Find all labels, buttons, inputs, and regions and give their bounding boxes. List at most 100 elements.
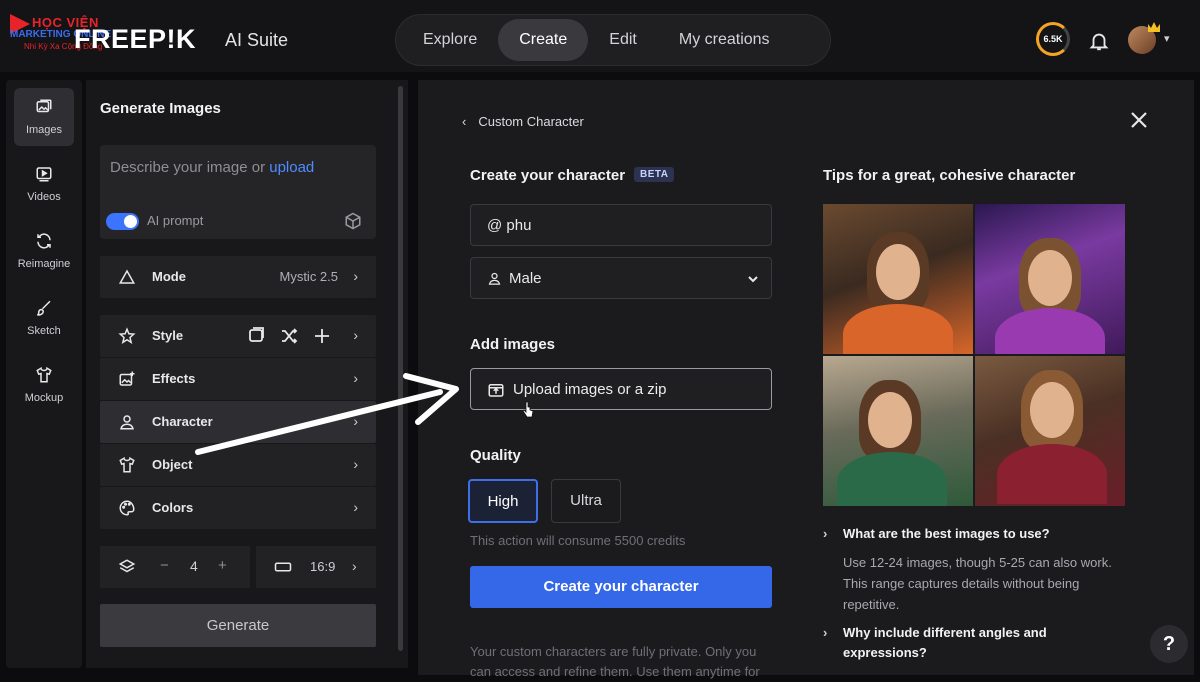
panel-title: Generate Images [100,100,221,117]
chevron-right-icon: › [823,526,828,541]
increment-button[interactable]: + [218,557,227,574]
example-image [975,356,1125,506]
option-character[interactable]: Character › [100,401,376,443]
brand-suite: AI Suite [225,30,289,50]
option-label: Object [152,457,193,472]
bell-icon[interactable] [1088,30,1110,52]
sidebar-item-sketch[interactable]: Sketch [14,289,74,347]
sidebar-item-reimagine[interactable]: Reimagine [14,222,74,280]
sidebar-label: Sketch [27,325,61,337]
generate-panel: Generate Images Describe your image or u… [86,80,408,668]
faq-question-best-images[interactable]: › What are the best images to use? [823,524,1050,544]
tips-heading: Tips for a great, cohesive character [823,167,1076,184]
back-button[interactable]: ‹ Custom Character [462,114,584,129]
aspect-ratio-selector[interactable]: 16:9 › [256,546,376,588]
option-object[interactable]: Object › [100,444,376,486]
palette-icon [119,500,135,516]
option-label: Style [152,328,184,343]
layers-icon [118,559,136,573]
credit-cost-note: This action will consume 5500 credits [470,533,686,548]
logo[interactable]: HỌC VIỆN MARKETING ONLINE Nhi Kỳ Xa Cộng… [10,14,310,58]
chevron-right-icon: › [353,499,358,515]
prompt-input[interactable]: Describe your image or upload AI prompt [100,145,376,239]
sidebar-item-videos[interactable]: Videos [14,155,74,213]
mode-selector[interactable]: Mode Mystic 2.5 › [100,256,376,298]
upload-label: Upload images or a zip [513,381,667,398]
mode-label: Mode [152,269,186,284]
nav-tab-edit[interactable]: Edit [588,19,658,61]
sparkle-star-icon [118,327,136,344]
image-icon [36,99,52,113]
user-icon [488,272,501,285]
example-image [823,204,973,354]
brush-icon [37,300,51,316]
generate-button[interactable]: Generate [100,604,376,647]
create-character-button[interactable]: Create your character [470,566,772,608]
chevron-right-icon: › [353,456,358,472]
sidebar-item-images[interactable]: Images [14,88,74,146]
upload-images-button[interactable]: Upload images or a zip [470,368,772,410]
mouse-cursor-icon [522,401,534,418]
quality-heading: Quality [470,447,521,464]
option-style[interactable]: Style › [100,315,376,357]
brand-logo-text: FREEP!K [74,24,197,54]
option-colors[interactable]: Colors › [100,487,376,529]
create-character-heading: Create your character [470,167,626,184]
ai-prompt-toggle[interactable] [106,213,139,230]
add-images-heading: Add images [470,336,556,353]
option-effects[interactable]: Effects › [100,358,376,400]
sidebar-label: Videos [27,191,61,203]
gender-select[interactable]: Male [470,257,772,299]
chevron-left-icon: ‹ [462,114,467,129]
beta-badge: BETA [634,167,675,182]
custom-character-panel: ‹ Custom Character Create your character … [418,80,1194,679]
faq-question-angles[interactable]: › Why include different angles and express… [823,623,1047,663]
shirt-icon [119,456,135,473]
example-image [823,356,973,506]
image-count-stepper[interactable]: − 4 + [100,546,250,588]
crown-icon [1148,22,1160,32]
example-images-grid [823,204,1125,506]
gender-value: Male [509,270,542,287]
user-icon [120,415,134,430]
nav-tab-my-creations[interactable]: My creations [658,19,791,61]
chevron-down-icon [748,276,758,283]
main-nav: Explore Create Edit My creations [395,14,831,66]
chevron-right-icon: › [353,370,358,386]
character-name-field[interactable]: @ phu [470,204,772,246]
top-bar: HỌC VIỆN MARKETING ONLINE Nhi Kỳ Xa Cộng… [0,0,1200,72]
character-name-value: @ phu [487,217,532,234]
chevron-right-icon: › [352,558,357,574]
decrement-button[interactable]: − [160,557,169,574]
panel-scrollbar[interactable] [398,86,403,651]
shuffle-icon [282,328,298,344]
chevron-right-icon: › [823,625,828,640]
example-image [975,204,1125,354]
triangle-icon [118,269,136,284]
video-icon [36,167,52,182]
prompt-placeholder: Describe your image or upload [110,159,315,176]
mode-value: Mystic 2.5 [279,269,338,284]
image-sparkle-icon [119,371,135,386]
faq-answer: Use 12-24 images, though 5-25 can also w… [843,555,1112,612]
credits-indicator[interactable]: 6.5K [1036,22,1070,56]
tool-sidebar: Images Videos Reimagine Sketch Mockup [6,80,82,668]
quality-high-button[interactable]: High [468,479,538,523]
option-label: Effects [152,371,196,386]
sidebar-item-mockup[interactable]: Mockup [14,356,74,414]
image-icon [249,327,264,342]
image-count: 4 [190,558,198,574]
option-label: Character [152,414,213,429]
privacy-note: Your custom characters are fully private… [470,644,760,679]
upload-image-icon [488,384,504,397]
cube-icon[interactable] [344,212,362,230]
nav-tab-create[interactable]: Create [498,19,589,61]
close-icon[interactable] [1129,110,1149,130]
refresh-icon [37,233,51,249]
chevron-right-icon: › [353,413,358,429]
quality-ultra-button[interactable]: Ultra [551,479,621,523]
upload-link[interactable]: upload [269,159,314,176]
nav-tab-explore[interactable]: Explore [402,19,498,61]
chevron-down-icon[interactable]: ▾ [1164,32,1170,45]
help-button[interactable]: ? [1150,625,1188,663]
